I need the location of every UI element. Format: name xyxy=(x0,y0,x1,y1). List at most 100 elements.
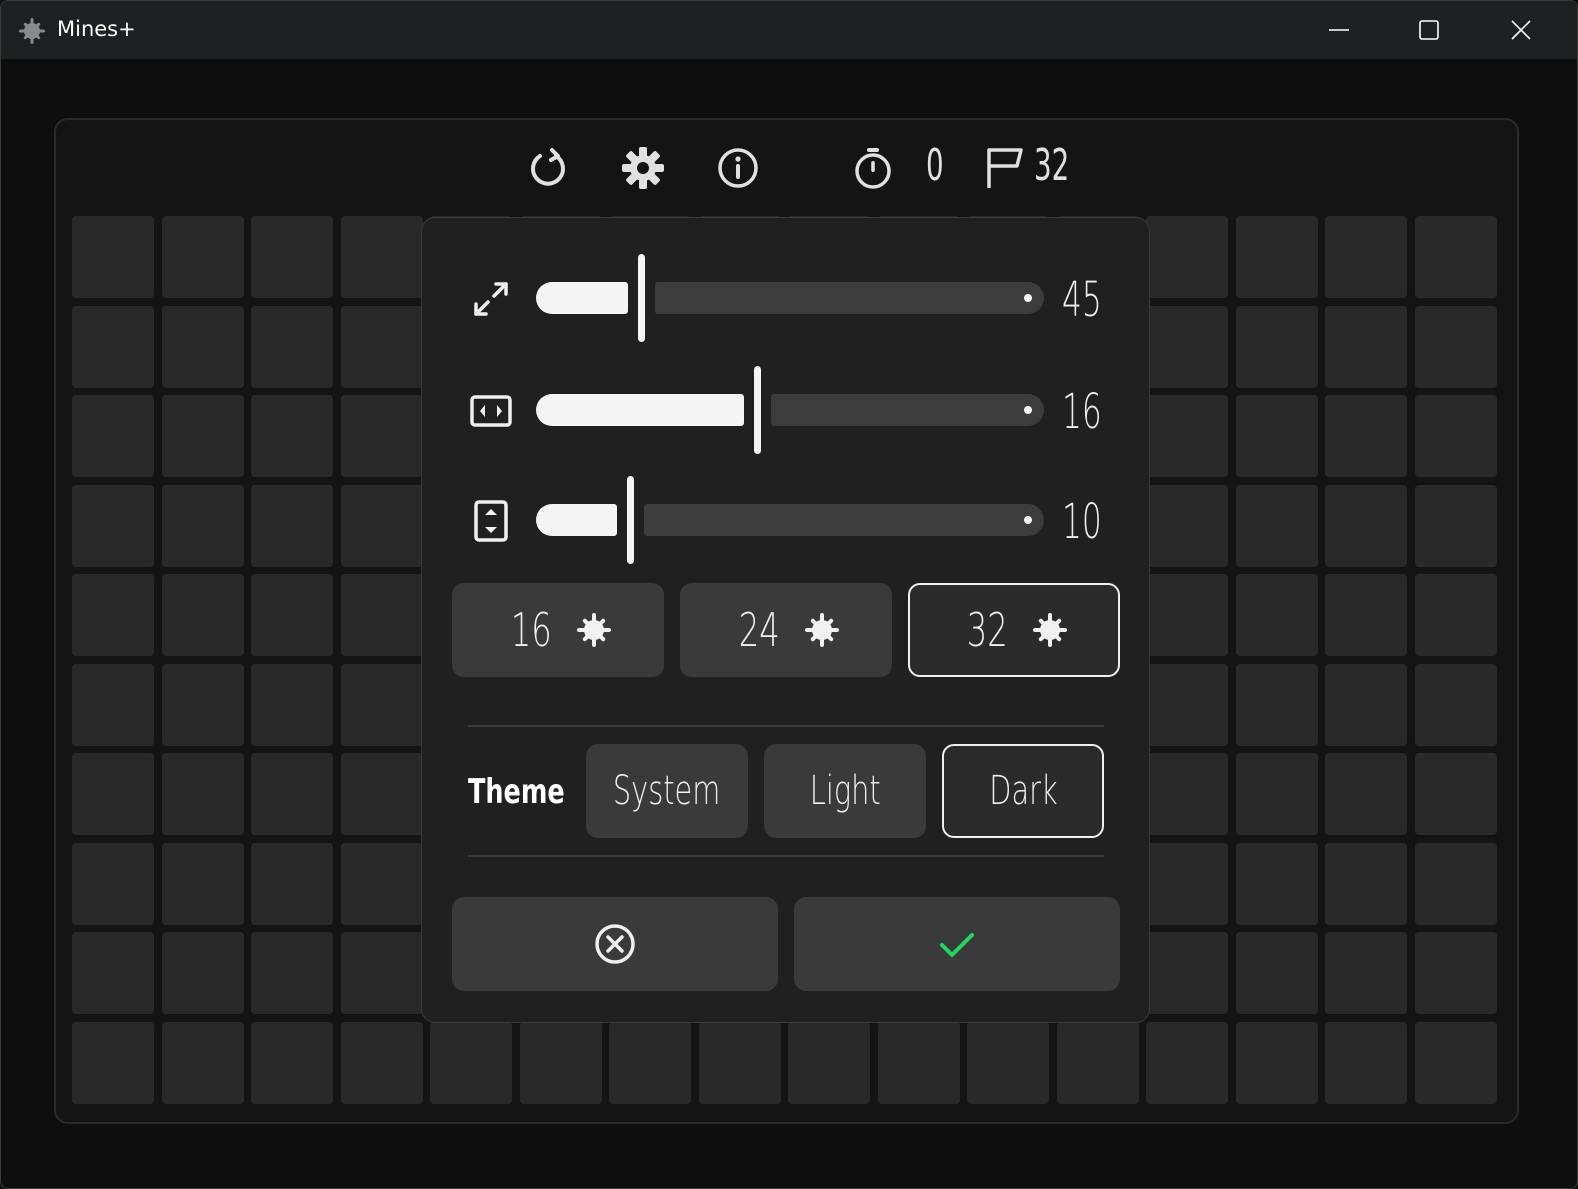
board-cell[interactable] xyxy=(341,485,423,567)
board-cell[interactable] xyxy=(1236,485,1318,567)
board-cell[interactable] xyxy=(341,753,423,835)
board-cell[interactable] xyxy=(251,574,333,656)
board-cell[interactable] xyxy=(72,932,154,1014)
board-cell[interactable] xyxy=(1325,395,1407,477)
board-cell[interactable] xyxy=(251,843,333,925)
board-cell[interactable] xyxy=(162,664,244,746)
board-cell[interactable] xyxy=(72,664,154,746)
board-cell[interactable] xyxy=(72,216,154,298)
board-cell[interactable] xyxy=(251,1022,333,1104)
board-cell[interactable] xyxy=(1415,1022,1497,1104)
board-cell[interactable] xyxy=(72,1022,154,1104)
board-cell[interactable] xyxy=(341,1022,423,1104)
board-cell[interactable] xyxy=(430,1022,512,1104)
board-cell[interactable] xyxy=(1146,306,1228,388)
board-cell[interactable] xyxy=(162,395,244,477)
board-cell[interactable] xyxy=(1236,574,1318,656)
board-cell[interactable] xyxy=(1415,306,1497,388)
board-cell[interactable] xyxy=(1057,1022,1139,1104)
board-cell[interactable] xyxy=(1146,485,1228,567)
board-cell[interactable] xyxy=(1146,753,1228,835)
maximize-button[interactable] xyxy=(1383,1,1475,59)
board-cell[interactable] xyxy=(1146,664,1228,746)
board-cell[interactable] xyxy=(1325,932,1407,1014)
board-cell[interactable] xyxy=(1236,306,1318,388)
board-cell[interactable] xyxy=(341,395,423,477)
board-cell[interactable] xyxy=(1415,485,1497,567)
mine-preset-16-button[interactable]: 16 xyxy=(452,583,664,677)
board-cell[interactable] xyxy=(72,306,154,388)
board-cell[interactable] xyxy=(1415,664,1497,746)
board-cell[interactable] xyxy=(251,216,333,298)
slider-track[interactable] xyxy=(655,282,1044,314)
slider-track[interactable] xyxy=(644,504,1044,536)
board-cell[interactable] xyxy=(1415,574,1497,656)
slider-thumb[interactable] xyxy=(754,366,761,454)
board-cell[interactable] xyxy=(162,485,244,567)
slider-thumb[interactable] xyxy=(627,476,634,564)
board-cell[interactable] xyxy=(251,306,333,388)
board-cell[interactable] xyxy=(251,753,333,835)
board-cell[interactable] xyxy=(1236,843,1318,925)
board-cell[interactable] xyxy=(341,843,423,925)
board-cell[interactable] xyxy=(520,1022,602,1104)
board-cell[interactable] xyxy=(1236,395,1318,477)
board-cell[interactable] xyxy=(162,216,244,298)
mine-preset-24-button[interactable]: 24 xyxy=(680,583,892,677)
board-cell[interactable] xyxy=(1325,664,1407,746)
board-cell[interactable] xyxy=(609,1022,691,1104)
board-cell[interactable] xyxy=(72,574,154,656)
board-cell[interactable] xyxy=(1146,932,1228,1014)
mine-preset-32-button[interactable]: 32 xyxy=(908,583,1120,677)
board-cell[interactable] xyxy=(1236,932,1318,1014)
board-cell[interactable] xyxy=(162,753,244,835)
board-cell[interactable] xyxy=(1236,753,1318,835)
board-cell[interactable] xyxy=(251,932,333,1014)
theme-system-button[interactable]: System xyxy=(586,744,748,838)
board-cell[interactable] xyxy=(341,306,423,388)
board-cell[interactable] xyxy=(1325,574,1407,656)
board-cell[interactable] xyxy=(967,1022,1049,1104)
board-cell[interactable] xyxy=(162,843,244,925)
board-cell[interactable] xyxy=(1325,1022,1407,1104)
board-cell[interactable] xyxy=(788,1022,870,1104)
board-cell[interactable] xyxy=(1325,753,1407,835)
board-cell[interactable] xyxy=(1325,485,1407,567)
board-cell[interactable] xyxy=(1236,664,1318,746)
board-cell[interactable] xyxy=(1415,753,1497,835)
board-cell[interactable] xyxy=(162,932,244,1014)
board-cell[interactable] xyxy=(72,395,154,477)
board-cell[interactable] xyxy=(1415,932,1497,1014)
board-cell[interactable] xyxy=(162,306,244,388)
board-cell[interactable] xyxy=(341,932,423,1014)
board-cell[interactable] xyxy=(1146,216,1228,298)
board-cell[interactable] xyxy=(1236,216,1318,298)
board-cell[interactable] xyxy=(1146,574,1228,656)
board-cell[interactable] xyxy=(1146,843,1228,925)
board-cell[interactable] xyxy=(1415,216,1497,298)
board-cell[interactable] xyxy=(341,574,423,656)
slider-track[interactable] xyxy=(771,394,1044,426)
settings-icon[interactable] xyxy=(619,144,667,192)
board-cell[interactable] xyxy=(341,216,423,298)
confirm-button[interactable] xyxy=(794,897,1120,991)
board-cell[interactable] xyxy=(72,485,154,567)
board-cell[interactable] xyxy=(1415,395,1497,477)
theme-dark-button[interactable]: Dark xyxy=(942,744,1104,838)
minimize-button[interactable] xyxy=(1293,1,1385,59)
close-button[interactable] xyxy=(1475,1,1567,59)
board-cell[interactable] xyxy=(1415,843,1497,925)
board-cell[interactable] xyxy=(162,1022,244,1104)
board-cell[interactable] xyxy=(1146,395,1228,477)
board-cell[interactable] xyxy=(72,843,154,925)
restart-icon[interactable] xyxy=(524,144,572,192)
board-cell[interactable] xyxy=(699,1022,781,1104)
board-cell[interactable] xyxy=(1236,1022,1318,1104)
board-cell[interactable] xyxy=(1146,1022,1228,1104)
board-cell[interactable] xyxy=(1325,843,1407,925)
board-cell[interactable] xyxy=(251,395,333,477)
cancel-button[interactable] xyxy=(452,897,778,991)
board-cell[interactable] xyxy=(878,1022,960,1104)
theme-light-button[interactable]: Light xyxy=(764,744,926,838)
info-icon[interactable] xyxy=(714,144,762,192)
